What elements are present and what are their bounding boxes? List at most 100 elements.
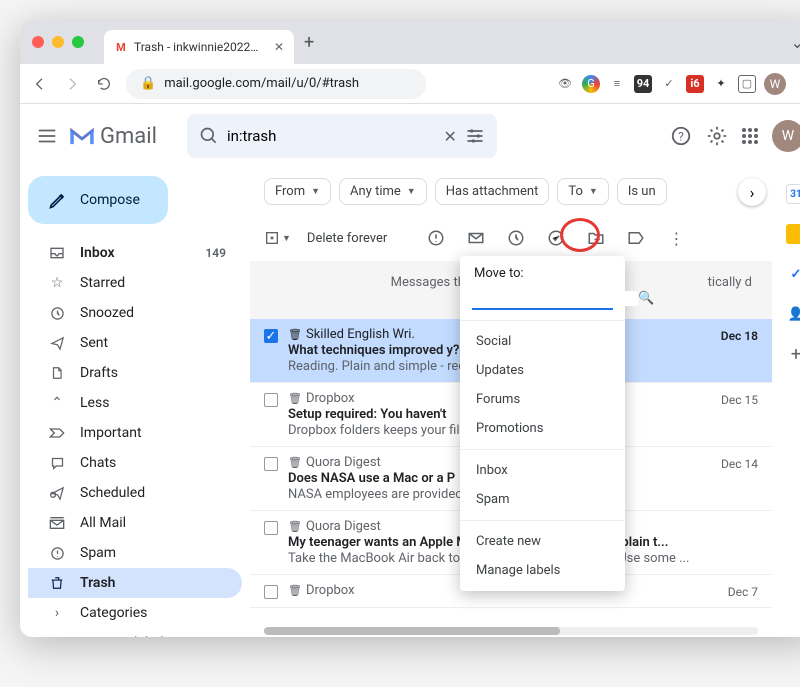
move-option-forums[interactable]: Forums — [460, 385, 625, 414]
email-checkbox[interactable] — [264, 393, 278, 407]
forward-button[interactable] — [62, 76, 82, 92]
horizontal-scrollbar[interactable] — [264, 627, 758, 635]
email-checkbox[interactable] — [264, 585, 278, 599]
compose-button[interactable]: Compose — [28, 176, 168, 224]
url-bar[interactable]: 🔒 mail.google.com/mail/u/0/#trash — [126, 69, 426, 99]
addons-plus-icon[interactable]: + — [786, 344, 800, 364]
scrollbar-thumb[interactable] — [264, 627, 560, 635]
close-window-button[interactable] — [32, 36, 44, 48]
popover-search-input[interactable] — [472, 291, 638, 306]
sidebar-item-inbox[interactable]: Inbox149 — [28, 238, 242, 268]
checklist-extension-icon[interactable]: ✓ — [660, 75, 678, 93]
sidebar-item-chats[interactable]: Chats — [28, 448, 242, 478]
extensions-puzzle-icon[interactable]: ✦ — [712, 75, 730, 93]
mark-read-button[interactable] — [459, 221, 493, 255]
browser-tab[interactable]: M Trash - inkwinnie2022@gmail.c ✕ — [104, 30, 294, 64]
search-input[interactable] — [227, 127, 436, 145]
move-option-social[interactable]: Social — [460, 327, 625, 356]
chevron-down-icon: ▼ — [589, 186, 598, 197]
google-apps-icon[interactable] — [742, 128, 758, 144]
move-to-popover: Move to: 🔍 Social Updates Forums Promoti… — [460, 256, 625, 591]
trash-icon: 🗑 — [288, 584, 302, 597]
spam-icon — [48, 546, 66, 561]
filter-bar: From▼ Any time▼ Has attachment To▼ Is un… — [250, 168, 772, 215]
pencil-icon — [48, 190, 68, 210]
move-option-create[interactable]: Create new — [460, 527, 625, 556]
add-task-button[interactable] — [539, 221, 573, 255]
email-checkbox[interactable]: ✓ — [264, 329, 278, 343]
keep-icon[interactable] — [786, 224, 800, 244]
compose-label: Compose — [80, 192, 140, 208]
filter-from[interactable]: From▼ — [264, 178, 331, 205]
filters-scroll-right[interactable]: › — [738, 178, 766, 206]
sidebar-item-managelabels[interactable]: Manage labels — [28, 628, 242, 637]
move-option-manage[interactable]: Manage labels — [460, 556, 625, 585]
search-options-icon[interactable] — [465, 126, 485, 146]
gmail-logo[interactable]: Gmail — [68, 124, 157, 149]
sidebar-item-scheduled[interactable]: Scheduled — [28, 478, 242, 508]
report-spam-button[interactable] — [419, 221, 453, 255]
sidebar-item-categories[interactable]: ›Categories — [28, 598, 242, 628]
sidebar-item-drafts[interactable]: Drafts — [28, 358, 242, 388]
filter-isunread[interactable]: Is un — [617, 178, 667, 205]
eye-extension-icon[interactable]: 👁 — [556, 75, 574, 93]
more-button[interactable]: ⋮ — [659, 221, 693, 255]
counter-extension-icon[interactable]: 94 — [634, 75, 652, 93]
sidebar-item-snoozed[interactable]: Snoozed — [28, 298, 242, 328]
fullscreen-window-button[interactable] — [72, 36, 84, 48]
delete-forever-button[interactable]: Delete forever — [297, 231, 397, 246]
new-tab-button[interactable]: + — [304, 32, 314, 53]
move-option-updates[interactable]: Updates — [460, 356, 625, 385]
snooze-button[interactable] — [499, 221, 533, 255]
calendar-icon[interactable]: 31 — [786, 184, 800, 204]
main-menu-icon[interactable] — [36, 125, 58, 147]
move-option-spam[interactable]: Spam — [460, 485, 625, 514]
gear-icon — [48, 636, 66, 638]
search-bar[interactable]: ✕ — [187, 114, 497, 158]
select-all-checkbox[interactable]: ▼ — [264, 230, 291, 246]
support-icon[interactable]: ? — [670, 125, 692, 147]
settings-icon[interactable] — [706, 125, 728, 147]
reader-extension-icon[interactable]: ▢ — [738, 75, 756, 93]
google-extension-icon[interactable]: G — [582, 75, 600, 93]
back-button[interactable] — [30, 76, 50, 92]
sidebar-item-spam[interactable]: Spam — [28, 538, 242, 568]
reload-button[interactable] — [94, 76, 114, 92]
clear-search-icon[interactable]: ✕ — [444, 127, 457, 146]
move-to-button[interactable] — [579, 221, 613, 255]
sidebar-item-sent[interactable]: Sent — [28, 328, 242, 358]
labels-button[interactable] — [619, 221, 653, 255]
send-icon — [48, 336, 66, 351]
account-avatar[interactable]: W — [772, 120, 800, 152]
browser-menu-icon[interactable]: ⋮ — [794, 74, 800, 93]
allmail-icon — [48, 516, 66, 530]
minimize-window-button[interactable] — [52, 36, 64, 48]
red-extension-icon[interactable]: i6 — [686, 75, 704, 93]
trash-icon: 🗑 — [288, 392, 302, 405]
titlebar: M Trash - inkwinnie2022@gmail.c ✕ + ⌄ — [20, 20, 800, 64]
email-checkbox[interactable] — [264, 521, 278, 535]
filter-to[interactable]: To▼ — [557, 178, 608, 205]
chevron-up-icon: ⌃ — [48, 395, 66, 411]
filter-anytime[interactable]: Any time▼ — [339, 178, 427, 205]
filter-hasattachment[interactable]: Has attachment — [435, 178, 550, 205]
chevron-down-icon: ▼ — [311, 186, 320, 197]
sidebar-item-starred[interactable]: ☆Starred — [28, 268, 242, 298]
sidebar-item-important[interactable]: Important — [28, 418, 242, 448]
nav-list: Inbox149 ☆Starred Snoozed Sent Drafts ⌃L… — [28, 238, 242, 637]
email-toolbar: ▼ Delete forever ⋮ — [250, 215, 772, 261]
move-option-inbox[interactable]: Inbox — [460, 456, 625, 485]
contacts-icon[interactable]: 👤 — [786, 304, 800, 324]
browser-window: M Trash - inkwinnie2022@gmail.c ✕ + ⌄ 🔒 … — [20, 20, 800, 637]
profile-avatar-small[interactable]: W — [764, 73, 786, 95]
window-menu-icon[interactable]: ⌄ — [791, 33, 800, 52]
sidebar-item-trash[interactable]: Trash — [28, 568, 242, 598]
sidebar-item-less[interactable]: ⌃Less — [28, 388, 242, 418]
close-tab-icon[interactable]: ✕ — [274, 40, 284, 54]
list-extension-icon[interactable]: ≡ — [608, 75, 626, 93]
popover-search[interactable]: 🔍 — [472, 289, 613, 310]
sidebar-item-allmail[interactable]: All Mail — [28, 508, 242, 538]
email-checkbox[interactable] — [264, 457, 278, 471]
move-option-promotions[interactable]: Promotions — [460, 414, 625, 443]
tasks-icon[interactable]: ✓ — [786, 264, 800, 284]
